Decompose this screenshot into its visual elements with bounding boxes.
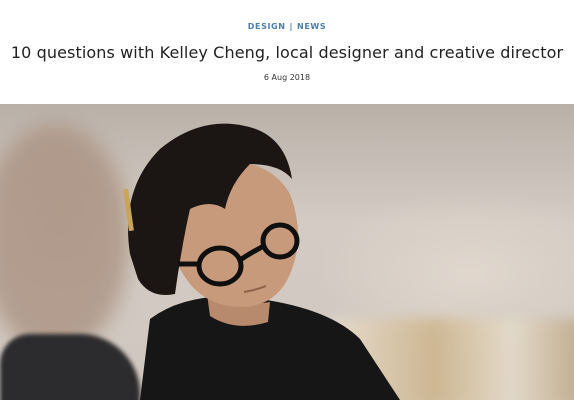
article-page: DESIGN | NEWS 10 questions with Kelley C… <box>0 0 574 400</box>
article-title: 10 questions with Kelley Cheng, local de… <box>10 43 564 62</box>
tshirt-shape <box>140 296 400 400</box>
article-date: 6 Aug 2018 <box>263 73 311 82</box>
category-separator: | <box>289 22 294 31</box>
person-illustration <box>123 123 400 400</box>
category-link-news[interactable]: NEWS <box>297 22 326 31</box>
category-links: DESIGN | NEWS <box>0 0 574 31</box>
hero-image <box>0 104 574 400</box>
article-header: DESIGN | NEWS 10 questions with Kelley C… <box>0 0 574 104</box>
category-link-design[interactable]: DESIGN <box>248 22 286 31</box>
